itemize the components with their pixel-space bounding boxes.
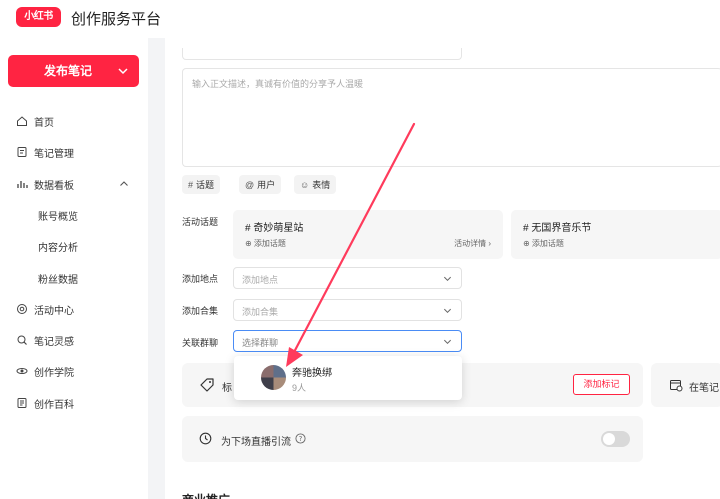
clock-icon bbox=[199, 432, 212, 445]
sidebar-item-label: 活动中心 bbox=[34, 305, 74, 317]
section-heading: 商业推广 bbox=[182, 491, 230, 499]
sidebar-item-label: 首页 bbox=[34, 117, 54, 129]
live-stream-text: 为下场直播引流 bbox=[221, 437, 291, 448]
sidebar-item-activity-center[interactable]: 活动中心 bbox=[0, 299, 148, 319]
activity-card[interactable]: # 无国界音乐节 ⊕ 添加话题 bbox=[511, 210, 720, 259]
location-select[interactable]: 添加地点 bbox=[233, 267, 462, 289]
sidebar-item-account-overview[interactable]: 账号概览 bbox=[0, 205, 148, 225]
sidebar-item-home[interactable]: 首页 bbox=[0, 111, 148, 131]
sidebar-item-label: 粉丝数据 bbox=[38, 274, 78, 286]
at-icon: @ bbox=[245, 179, 255, 190]
sidebar-item-data-dashboard[interactable]: 数据看板 bbox=[0, 174, 148, 194]
sidebar-item-fans-data[interactable]: 粉丝数据 bbox=[0, 268, 148, 288]
sidebar-item-label: 笔记灵感 bbox=[34, 336, 74, 348]
sidebar-item-content-analysis[interactable]: 内容分析 bbox=[0, 236, 148, 256]
collection-select[interactable]: 添加合集 bbox=[233, 299, 462, 321]
group-chat-name: 奔驰换绑 bbox=[292, 368, 332, 379]
collection-label: 添加合集 bbox=[182, 306, 219, 316]
activity-detail-link[interactable]: 活动详情 › bbox=[454, 238, 491, 249]
smiley-icon: ☺ bbox=[300, 179, 310, 190]
group-chat-select[interactable]: 选择群聊 bbox=[233, 330, 462, 352]
sidebar-item-label: 数据看板 bbox=[34, 180, 74, 192]
chevron-down-icon bbox=[443, 339, 452, 345]
top-bar: 小红书 创作服务平台 bbox=[0, 0, 720, 38]
add-topic-link[interactable]: ⊕ 添加话题 bbox=[245, 238, 286, 249]
emoji-button[interactable]: ☺ 表情 bbox=[294, 175, 337, 194]
group-avatar bbox=[261, 365, 286, 390]
activity-card[interactable]: # 奇妙萌星站 ⊕ 添加话题 活动详情 › bbox=[233, 210, 503, 259]
sidebar-item-creator-academy[interactable]: 创作学院 bbox=[0, 361, 148, 381]
topic-label: 话题 bbox=[196, 180, 215, 190]
activity-topic-label: 活动话题 bbox=[182, 217, 219, 227]
academy-icon bbox=[16, 368, 28, 374]
app-title: 创作服务平台 bbox=[71, 11, 162, 28]
sidebar: 发布笔记 首页 笔记管理 数据看板 账号概览 内容分析 粉丝数据 活动中心 笔记… bbox=[0, 38, 148, 499]
home-icon bbox=[17, 116, 27, 126]
calendar-clock-icon bbox=[670, 380, 683, 392]
chevron-down-icon bbox=[443, 276, 452, 282]
notes-card-text: 在笔记 bbox=[689, 383, 719, 394]
inspiration-icon bbox=[17, 335, 27, 345]
location-placeholder: 添加地点 bbox=[242, 275, 279, 285]
activity-title: # 奇妙萌星站 bbox=[245, 223, 304, 234]
group-chat-placeholder: 选择群聊 bbox=[242, 338, 279, 348]
body-text-input[interactable]: 输入正文描述，真诚有价值的分享予人温暖 bbox=[182, 68, 720, 167]
add-mark-button[interactable]: 添加标记 bbox=[573, 374, 630, 395]
chevron-down-icon bbox=[118, 68, 128, 75]
mention-label: 用户 bbox=[257, 180, 276, 190]
publish-note-button[interactable]: 发布笔记 bbox=[8, 55, 139, 87]
sidebar-item-label: 账号概览 bbox=[38, 211, 78, 223]
activity-icon bbox=[17, 304, 27, 314]
activity-title: # 无国界音乐节 bbox=[523, 223, 592, 234]
sidebar-item-note-inspiration[interactable]: 笔记灵感 bbox=[0, 330, 148, 350]
publish-note-label: 发布笔记 bbox=[44, 64, 93, 78]
svg-text:?: ? bbox=[299, 435, 303, 443]
live-stream-card: 为下场直播引流 ? bbox=[182, 416, 643, 462]
toggle-knob bbox=[603, 433, 615, 445]
location-label: 添加地点 bbox=[182, 274, 219, 284]
sidebar-item-label: 笔记管理 bbox=[34, 148, 74, 160]
chevron-up-icon[interactable] bbox=[119, 179, 129, 189]
mention-user-button[interactable]: @ 用户 bbox=[239, 175, 282, 194]
wiki-icon bbox=[17, 398, 27, 408]
topic-button[interactable]: # 话题 bbox=[182, 175, 221, 194]
title-input-bottom-edge bbox=[182, 48, 462, 60]
sidebar-item-label: 创作学院 bbox=[34, 367, 74, 379]
bar-chart-icon bbox=[17, 181, 28, 188]
hash-icon: # bbox=[188, 179, 194, 190]
add-topic-link[interactable]: ⊕ 添加话题 bbox=[523, 238, 564, 249]
mark-card-text: 标 bbox=[222, 383, 232, 394]
group-member-count: 9人 bbox=[292, 383, 307, 393]
tag-icon bbox=[200, 378, 214, 392]
sidebar-item-creator-wiki[interactable]: 创作百科 bbox=[0, 393, 148, 413]
xiaohongshu-logo[interactable]: 小红书 bbox=[16, 7, 61, 27]
note-icon bbox=[17, 147, 27, 157]
emoji-label: 表情 bbox=[312, 180, 331, 190]
chevron-down-icon bbox=[443, 308, 452, 314]
collection-placeholder: 添加合集 bbox=[242, 307, 279, 317]
sidebar-item-note-management[interactable]: 笔记管理 bbox=[0, 142, 148, 162]
help-icon[interactable]: ? bbox=[295, 433, 306, 444]
live-stream-toggle[interactable] bbox=[601, 431, 630, 447]
sidebar-item-label: 创作百科 bbox=[34, 399, 74, 411]
group-chat-dropdown: 奔驰换绑 9人 bbox=[234, 356, 462, 400]
notes-card[interactable]: 在笔记 bbox=[651, 363, 720, 407]
sidebar-item-label: 内容分析 bbox=[38, 242, 78, 254]
body-text-placeholder: 输入正文描述，真诚有价值的分享予人温暖 bbox=[192, 79, 364, 89]
group-chat-label: 关联群聊 bbox=[182, 338, 219, 348]
